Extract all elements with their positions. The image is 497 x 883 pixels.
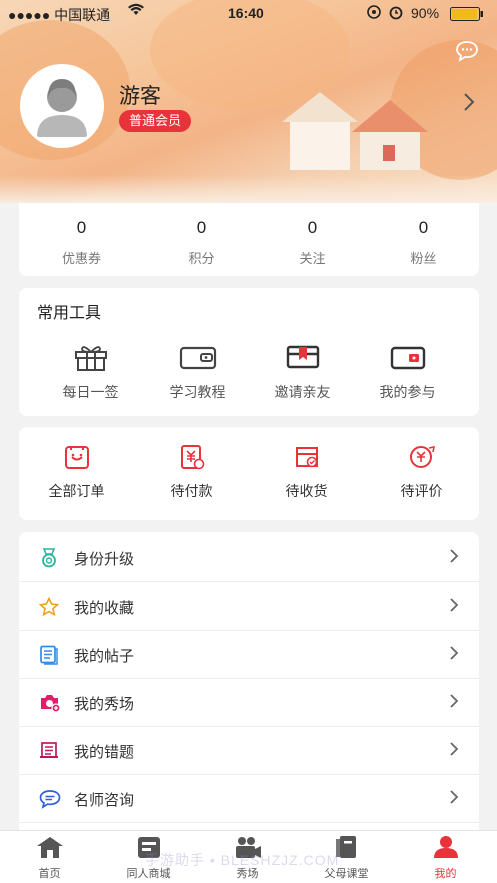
stat-following[interactable]: 0 关注	[255, 218, 370, 267]
username: 游客	[119, 85, 161, 108]
order-pending-payment[interactable]: 待付款	[134, 444, 249, 501]
home-icon	[35, 837, 65, 863]
membership-badge: 普通会员	[119, 110, 192, 132]
tab-mine[interactable]: 我的	[396, 835, 495, 881]
carrier-label: ●●●●● 中国联通	[8, 7, 111, 23]
tools-title: 常用工具	[37, 305, 102, 322]
tool-label: 每日一签	[62, 384, 119, 400]
tool-label: 我的参与	[379, 384, 436, 400]
stat-points[interactable]: 0 积分	[144, 218, 259, 267]
tab-label: 我的	[434, 868, 457, 880]
menu-item-label: 我的收藏	[74, 600, 135, 617]
stat-value: 0	[196, 218, 207, 237]
menu-item-label: 名师咨询	[74, 792, 135, 809]
stat-label: 优惠券	[61, 251, 101, 266]
tools-card: 常用工具 每日一签 学习教程 邀请亲友 我的参与	[19, 288, 479, 416]
location-lock-icon	[366, 4, 382, 23]
tool-tutorial[interactable]: 学习教程	[140, 343, 255, 402]
chevron-right-icon	[449, 692, 459, 715]
menu-item-teacher-consult[interactable]: 名师咨询	[19, 775, 479, 823]
order-label: 待收货	[285, 483, 328, 499]
chevron-right-icon	[449, 596, 459, 619]
order-pending-delivery[interactable]: 待收货	[249, 444, 364, 501]
orders-card: 全部订单 待付款 待收货 待评价	[19, 427, 479, 520]
battery-label: 90%	[411, 5, 440, 21]
order-label: 全部订单	[48, 483, 105, 499]
tool-participation[interactable]: 我的参与	[350, 343, 465, 402]
tool-label: 学习教程	[169, 384, 226, 400]
user-icon	[431, 836, 461, 863]
watermark: 手游助手 • BLESHZJZ.COM	[145, 852, 340, 868]
chevron-right-icon	[449, 547, 459, 570]
clock: 16:40	[228, 5, 264, 21]
tool-invite[interactable]: 邀请亲友	[245, 343, 360, 402]
menu-item-label: 我的秀场	[74, 696, 135, 713]
book-icon	[39, 741, 59, 761]
status-bar: ●●●●● 中国联通 16:40 90%	[0, 0, 497, 26]
stat-label: 粉丝	[410, 251, 437, 266]
stat-value: 0	[307, 218, 318, 237]
box-icon	[286, 345, 320, 375]
message-icon[interactable]	[455, 40, 479, 67]
order-label: 待付款	[170, 483, 213, 499]
menu-item-favorites[interactable]: 我的收藏	[19, 583, 479, 631]
chevron-right-icon	[449, 740, 459, 763]
stat-followers[interactable]: 0 粉丝	[366, 218, 481, 267]
menu-item-show[interactable]: 我的秀场	[19, 679, 479, 727]
alarm-icon	[388, 4, 404, 23]
camera-icon	[39, 693, 61, 713]
order-all[interactable]: 全部订单	[19, 444, 134, 501]
order-label: 待评价	[400, 483, 443, 499]
stat-value: 0	[418, 218, 429, 237]
payment-icon	[179, 445, 205, 474]
battery-icon	[450, 7, 484, 24]
star-icon	[38, 596, 60, 617]
avatar[interactable]	[20, 64, 104, 148]
profile-header: ●●●●● 中国联通 16:40 90% 游客 普通会员	[0, 0, 497, 203]
menu-item-label: 我的帖子	[74, 648, 135, 665]
card-icon	[390, 346, 426, 375]
delivery-icon	[294, 447, 320, 474]
order-pending-review[interactable]: 待评价	[364, 444, 479, 501]
tool-label: 邀请亲友	[274, 384, 331, 400]
menu-item-label: 身份升级	[74, 551, 135, 568]
tab-home[interactable]: 首页	[0, 835, 99, 881]
profile-chevron-right-icon[interactable]	[463, 92, 475, 117]
stat-value: 0	[76, 218, 87, 237]
menu-item-identity-upgrade[interactable]: 身份升级	[19, 534, 479, 582]
stat-coupons[interactable]: 0 优惠券	[24, 218, 139, 267]
menu-list: 身份升级 我的收藏 我的帖子 我的秀场 我的错题 名师咨询	[19, 532, 479, 830]
stats-card: 0 优惠券 0 积分 0 关注 0 粉丝	[19, 203, 479, 276]
chat-icon	[39, 789, 61, 809]
gift-icon	[73, 346, 109, 375]
wallet-icon	[179, 346, 217, 375]
order-list-icon	[64, 446, 90, 474]
menu-item-mistakes[interactable]: 我的错题	[19, 727, 479, 775]
wifi-icon	[127, 3, 145, 20]
stat-label: 积分	[188, 251, 215, 266]
menu-item-posts[interactable]: 我的帖子	[19, 631, 479, 679]
menu-item-label: 我的错题	[74, 744, 135, 761]
chevron-right-icon	[449, 644, 459, 667]
tab-label: 首页	[38, 868, 61, 880]
tool-daily-checkin[interactable]: 每日一签	[33, 343, 148, 402]
review-icon	[407, 445, 437, 474]
stat-label: 关注	[299, 251, 326, 266]
medal-icon	[39, 548, 59, 568]
chevron-right-icon	[449, 788, 459, 811]
document-icon	[39, 645, 59, 665]
